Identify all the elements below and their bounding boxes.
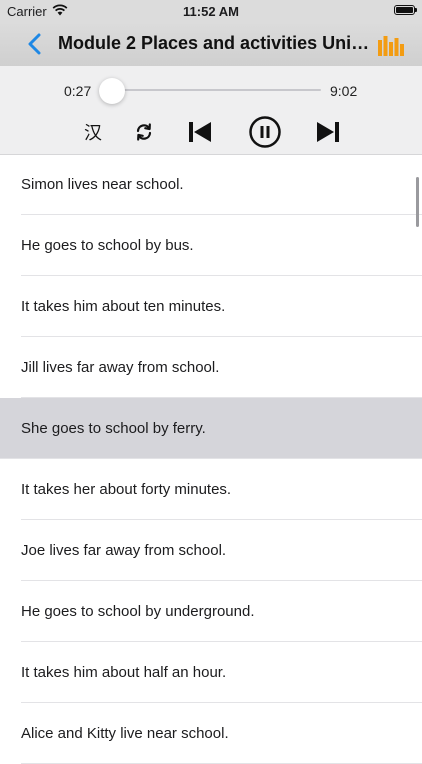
back-chevron-icon[interactable]	[27, 33, 43, 55]
sentence-text: It takes him about half an hour.	[21, 664, 227, 681]
sentence-row[interactable]: He goes to school by underground.	[0, 581, 422, 642]
sentence-text: It takes him about ten minutes.	[21, 298, 226, 315]
sentence-text: He goes to school by bus.	[21, 237, 194, 254]
scrollbar[interactable]	[416, 177, 419, 227]
nav-bar: Module 2 Places and activities Unit 6...	[0, 22, 422, 66]
sentence-text: He goes to school by underground.	[21, 603, 255, 620]
sentence-row[interactable]: Simon lives near school.	[0, 154, 422, 215]
sentence-text: Simon lives near school.	[21, 176, 184, 193]
sentence-row[interactable]: Jill lives far away from school.	[0, 337, 422, 398]
sentence-text: It takes her about forty minutes.	[21, 481, 232, 498]
translation-toggle-button[interactable]: 汉	[82, 117, 104, 147]
battery-icon	[394, 5, 417, 15]
progress-thumb[interactable]	[99, 78, 125, 104]
status-bar: Carrier 11:52 AM	[0, 0, 422, 22]
sentence-row[interactable]: He goes to school by bus.	[0, 215, 422, 276]
next-button[interactable]	[316, 117, 340, 147]
total-duration: 9:02	[330, 83, 358, 99]
status-time: 11:52 AM	[183, 4, 239, 19]
sentence-row[interactable]: Joe lives far away from school.	[0, 520, 422, 581]
audio-bars-icon[interactable]	[378, 34, 404, 56]
sentence-row[interactable]: It takes him about ten minutes.	[0, 276, 422, 337]
sentence-text: She goes to school by ferry.	[21, 420, 206, 437]
progress-slider[interactable]	[101, 89, 321, 91]
pause-icon	[249, 116, 281, 148]
repeat-icon	[136, 123, 152, 141]
elapsed-time: 0:27	[64, 83, 92, 99]
sentence-list[interactable]: Simon lives near school. He goes to schoo…	[0, 154, 422, 764]
skip-previous-icon	[189, 122, 211, 142]
audio-player: 0:27 9:02 汉	[0, 66, 422, 155]
sentence-row[interactable]: It takes her about forty minutes.	[0, 459, 422, 520]
page-title: Module 2 Places and activities Unit 6...	[58, 33, 370, 53]
sentence-text: Alice and Kitty live near school.	[21, 725, 229, 742]
skip-next-icon	[317, 122, 339, 142]
sentence-row[interactable]: It takes him about half an hour.	[0, 642, 422, 703]
previous-button[interactable]	[188, 117, 212, 147]
sentence-text: Jill lives far away from school.	[21, 359, 220, 376]
sentence-text: Joe lives far away from school.	[21, 542, 227, 559]
sentence-row[interactable]: She goes to school by ferry.	[0, 398, 422, 459]
sentence-row[interactable]: Alice and Kitty live near school.	[0, 703, 422, 764]
pause-button[interactable]	[249, 116, 281, 148]
repeat-button[interactable]	[134, 117, 154, 147]
